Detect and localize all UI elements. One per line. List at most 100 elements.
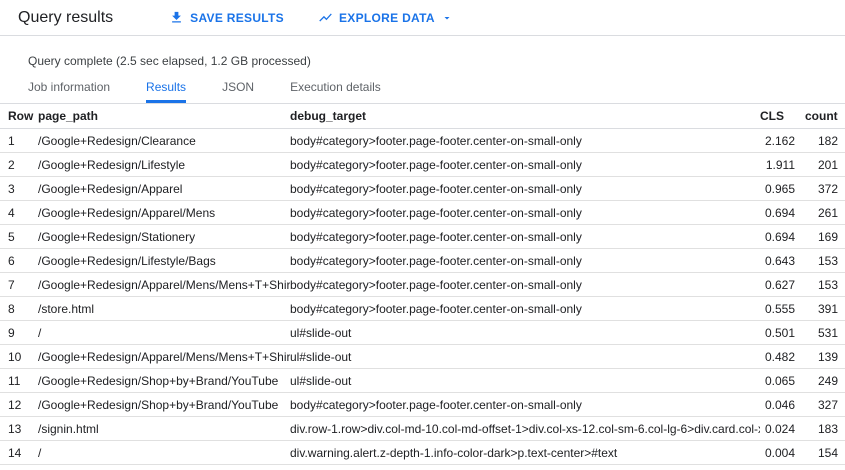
row-number-cell: 11 [0,368,38,393]
debug-target-cell: body#category>footer.page-footer.center-… [290,224,760,249]
table-row: 5 /Google+Redesign/Stationery body#categ… [0,224,845,249]
count-cell: 154 [805,440,845,465]
chart-icon [318,10,333,25]
cls-cell: 0.694 [760,224,805,249]
debug-target-cell: body#category>footer.page-footer.center-… [290,392,760,417]
debug-target-cell: body#category>footer.page-footer.center-… [290,296,760,321]
page-path-cell: /signin.html [38,416,290,441]
row-number-cell: 3 [0,176,38,201]
count-cell: 183 [805,416,845,441]
row-number-cell: 1 [0,128,38,153]
table-row: 13 /signin.html div.row-1.row>div.col-md… [0,416,845,441]
count-cell: 531 [805,320,845,345]
count-cell: 327 [805,392,845,417]
cls-cell: 0.965 [760,176,805,201]
debug-target-cell: ul#slide-out [290,344,760,369]
page-path-cell: /Google+Redesign/Lifestyle [38,152,290,177]
page-path-cell: /Google+Redesign/Shop+by+Brand/YouTube [38,392,290,417]
debug-target-cell: body#category>footer.page-footer.center-… [290,176,760,201]
count-cell: 182 [805,128,845,153]
debug-target-cell: body#category>footer.page-footer.center-… [290,128,760,153]
page-path-cell: /Google+Redesign/Stationery [38,224,290,249]
count-cell: 169 [805,224,845,249]
page-path-cell: /Google+Redesign/Apparel [38,176,290,201]
results-tabs: Job information Results JSON Execution d… [0,80,845,103]
debug-target-cell: ul#slide-out [290,368,760,393]
row-number-cell: 14 [0,440,38,465]
count-cell: 249 [805,368,845,393]
page-path-cell: /Google+Redesign/Apparel/Mens/Mens+T+Shi… [38,344,290,369]
table-row: 11 /Google+Redesign/Shop+by+Brand/YouTub… [0,368,845,393]
page-path-cell: /Google+Redesign/Apparel/Mens/Mens+T+Shi… [38,272,290,297]
page-title: Query results [18,8,114,26]
count-cell: 139 [805,344,845,369]
count-cell: 261 [805,200,845,225]
table-header-row: Row page_path debug_target CLS count [0,103,845,129]
tab-results[interactable]: Results [146,80,187,103]
debug-target-cell: body#category>footer.page-footer.center-… [290,248,760,273]
cls-cell: 0.024 [760,416,805,441]
page-path-cell: /Google+Redesign/Lifestyle/Bags [38,248,290,273]
save-results-button[interactable]: SAVE RESULTS [169,10,284,25]
table-row: 7 /Google+Redesign/Apparel/Mens/Mens+T+S… [0,272,845,297]
cls-cell: 0.627 [760,272,805,297]
count-cell: 201 [805,152,845,177]
download-icon [169,10,184,25]
cls-cell: 0.694 [760,200,805,225]
debug-target-cell: div.row-1.row>div.col-md-10.col-md-offse… [290,416,760,441]
results-table: Row page_path debug_target CLS count 1 /… [0,103,845,465]
count-cell: 153 [805,248,845,273]
explore-data-button[interactable]: EXPLORE DATA [318,10,453,25]
tab-job-information[interactable]: Job information [28,80,110,103]
query-status: Query complete (2.5 sec elapsed, 1.2 GB … [28,54,311,68]
row-number-cell: 4 [0,200,38,225]
table-row: 8 /store.html body#category>footer.page-… [0,296,845,321]
table-row: 6 /Google+Redesign/Lifestyle/Bags body#c… [0,248,845,273]
tab-json[interactable]: JSON [222,80,254,103]
table-row: 3 /Google+Redesign/Apparel body#category… [0,176,845,201]
cls-cell: 0.643 [760,248,805,273]
debug-target-cell: body#category>footer.page-footer.center-… [290,152,760,177]
table-row: 9 / ul#slide-out 0.501 531 [0,320,845,345]
row-number-cell: 9 [0,320,38,345]
page-path-cell: /Google+Redesign/Shop+by+Brand/YouTube [38,368,290,393]
col-header-debug-target: debug_target [290,103,760,129]
page-path-cell: / [38,320,290,345]
col-header-page-path: page_path [38,103,290,129]
table-row: 4 /Google+Redesign/Apparel/Mens body#cat… [0,200,845,225]
cls-cell: 0.482 [760,344,805,369]
debug-target-cell: body#category>footer.page-footer.center-… [290,272,760,297]
row-number-cell: 5 [0,224,38,249]
cls-cell: 2.162 [760,128,805,153]
save-results-label: SAVE RESULTS [190,10,284,25]
tab-execution-details[interactable]: Execution details [290,80,381,103]
row-number-cell: 7 [0,272,38,297]
cls-cell: 0.004 [760,440,805,465]
page-path-cell: /Google+Redesign/Clearance [38,128,290,153]
row-number-cell: 10 [0,344,38,369]
query-results-header: Query results SAVE RESULTS EXPLORE DATA [0,0,845,36]
table-row: 1 /Google+Redesign/Clearance body#catego… [0,128,845,153]
col-header-count: count [805,103,845,129]
debug-target-cell: div.warning.alert.z-depth-1.info-color-d… [290,440,760,465]
col-header-row: Row [0,103,38,129]
cls-cell: 0.555 [760,296,805,321]
row-number-cell: 2 [0,152,38,177]
cls-cell: 0.501 [760,320,805,345]
row-number-cell: 8 [0,296,38,321]
table-row: 14 / div.warning.alert.z-depth-1.info-co… [0,440,845,465]
count-cell: 391 [805,296,845,321]
table-row: 2 /Google+Redesign/Lifestyle body#catego… [0,152,845,177]
cls-cell: 1.911 [760,152,805,177]
page-path-cell: /store.html [38,296,290,321]
explore-data-label: EXPLORE DATA [338,10,435,25]
table-row: 12 /Google+Redesign/Shop+by+Brand/YouTub… [0,392,845,417]
cls-cell: 0.046 [760,392,805,417]
row-number-cell: 6 [0,248,38,273]
page-path-cell: /Google+Redesign/Apparel/Mens [38,200,290,225]
debug-target-cell: body#category>footer.page-footer.center-… [290,200,760,225]
count-cell: 153 [805,272,845,297]
page-path-cell: / [38,440,290,465]
table-row: 10 /Google+Redesign/Apparel/Mens/Mens+T+… [0,344,845,369]
row-number-cell: 12 [0,392,38,417]
